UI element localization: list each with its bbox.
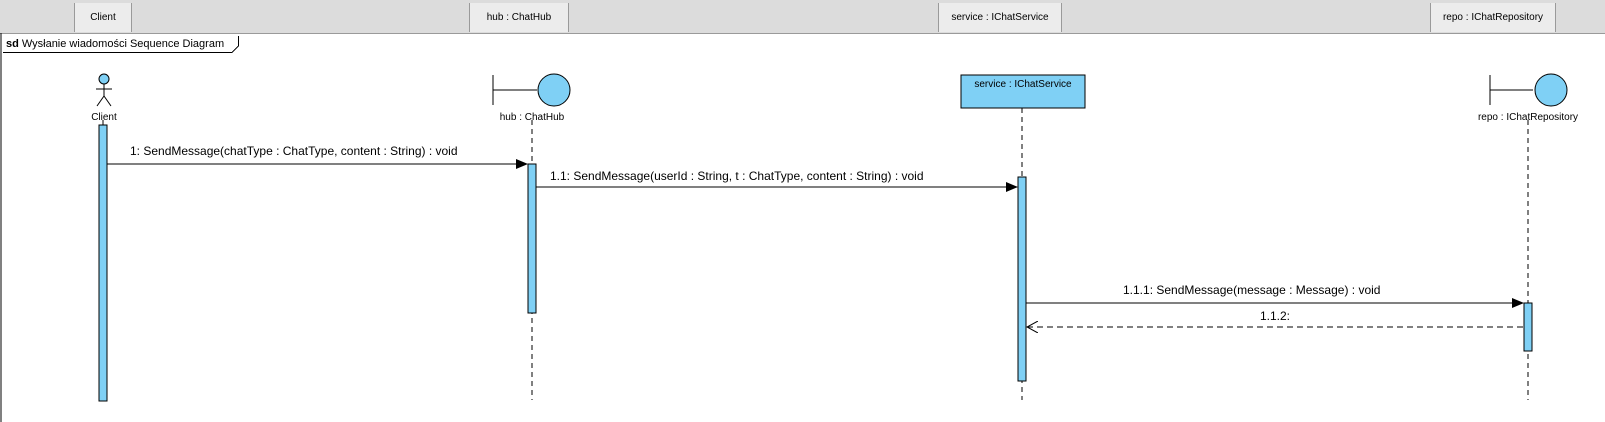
sequence-diagram: Client hub : ChatHub service : IChatServ…	[0, 33, 1578, 422]
actor-icon[interactable]	[96, 73, 112, 107]
message-label-1-1-2: 1.1.2:	[1260, 309, 1290, 323]
hub-label: hub : ChatHub	[500, 112, 565, 123]
boundary-icon-hub[interactable]	[492, 73, 571, 107]
service-label: service : IChatService	[974, 79, 1072, 90]
message-label-1-1: 1.1: SendMessage(userId : String, t : Ch…	[550, 169, 924, 183]
message-label-1-1-1: 1.1.1: SendMessage(message : Message) : …	[1123, 283, 1380, 297]
repo-label: repo : IChatRepository	[1478, 112, 1578, 123]
client-label: Client	[91, 112, 117, 123]
client-activation	[98, 124, 108, 402]
hub-activation	[527, 163, 537, 314]
repo-activation	[1523, 302, 1533, 352]
message-label-1: 1: SendMessage(chatType : ChatType, cont…	[130, 144, 458, 158]
service-activation	[1017, 176, 1027, 382]
boundary-icon-repo[interactable]	[1489, 73, 1568, 107]
